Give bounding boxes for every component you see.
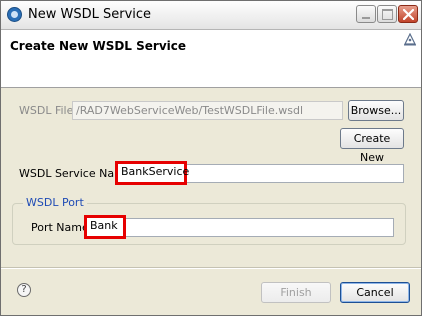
footer-separator	[1, 267, 421, 269]
page-title: Create New WSDL Service	[10, 39, 187, 53]
browse-button[interactable]: Browse...	[348, 100, 404, 121]
close-button[interactable]	[398, 5, 418, 23]
wizard-icon	[404, 33, 416, 46]
title-bar[interactable]: New WSDL Service	[1, 1, 421, 30]
help-icon[interactable]: ?	[17, 283, 31, 297]
create-new-button[interactable]: Create New	[340, 128, 404, 164]
wsdl-file-field: /RAD7WebServiceWeb/TestWSDLFile.wsdl	[72, 101, 343, 120]
cancel-button[interactable]: Cancel	[340, 282, 410, 303]
minimize-button[interactable]	[356, 5, 376, 23]
dialog-window: New WSDL Service Create New WSDL Service…	[0, 0, 422, 316]
wsdl-file-label: WSDL File	[19, 104, 74, 117]
port-name-input[interactable]: Bank	[84, 215, 126, 239]
header-banner: Create New WSDL Service	[1, 30, 421, 88]
window-title: New WSDL Service	[28, 7, 152, 22]
port-name-label: Port Name	[31, 221, 89, 234]
close-icon	[403, 9, 414, 20]
finish-button[interactable]: Finish	[261, 282, 331, 303]
service-name-input[interactable]: BankService	[115, 161, 189, 185]
maximize-button[interactable]	[377, 5, 397, 23]
app-icon	[7, 7, 22, 22]
port-name-field[interactable]	[84, 218, 394, 237]
wsdl-port-legend: WSDL Port	[23, 196, 87, 209]
